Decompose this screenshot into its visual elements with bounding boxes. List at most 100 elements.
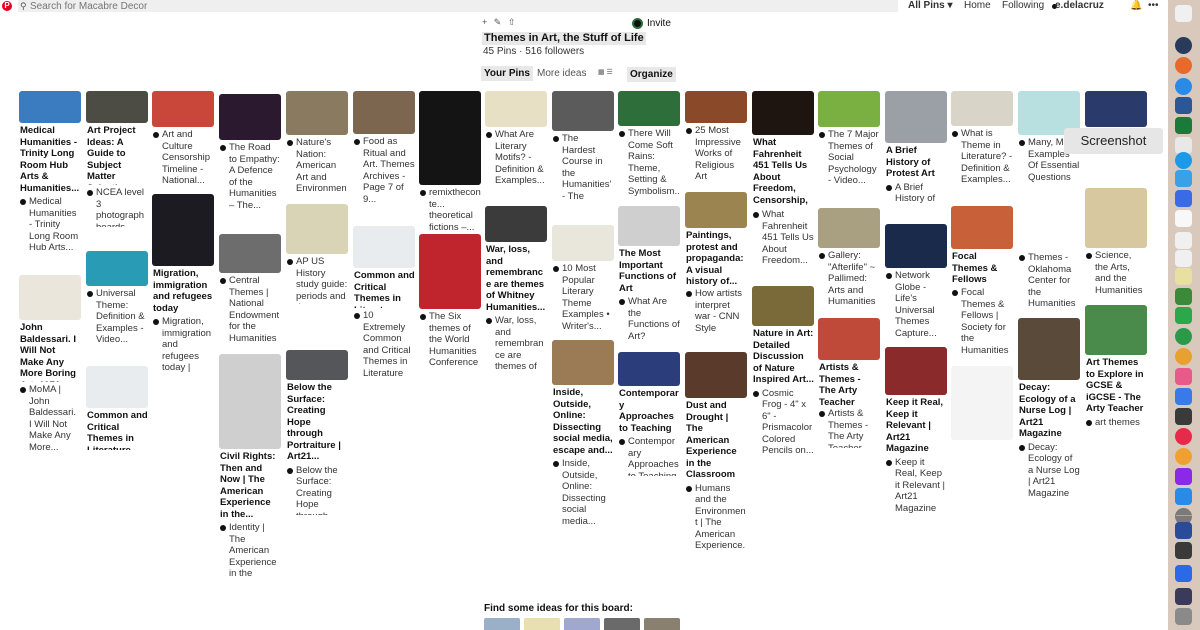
pin-title[interactable]: Civil Rights: Then and Now | The America… bbox=[219, 451, 281, 520]
pin-thumbnail[interactable] bbox=[618, 206, 680, 246]
pin-card[interactable]: Art Project Ideas: A Guide to Subject Ma… bbox=[86, 91, 148, 227]
pin-thumbnail[interactable] bbox=[419, 91, 481, 185]
pin-title[interactable]: Common and Critical Themes in Literature bbox=[353, 270, 415, 308]
pin-card[interactable]: Paintings, protest and propaganda: A vis… bbox=[685, 192, 747, 334]
pinner-avatar[interactable] bbox=[952, 290, 958, 296]
pin-thumbnail[interactable] bbox=[485, 206, 547, 242]
dock-app-icon[interactable] bbox=[1175, 588, 1192, 605]
pin-card[interactable]: Nature's Nation: American Art and Enviro… bbox=[286, 91, 348, 195]
pin-card[interactable]: Decay: Ecology of a Nurse Log | Art21 Ma… bbox=[1018, 318, 1080, 499]
pin-title[interactable]: Nature in Art: Detailed Discussion of Na… bbox=[752, 328, 814, 386]
dock-app-icon[interactable] bbox=[1175, 542, 1192, 559]
pin-thumbnail[interactable] bbox=[885, 347, 947, 395]
pin-thumbnail[interactable] bbox=[818, 91, 880, 127]
pinner-avatar[interactable] bbox=[87, 190, 93, 196]
pinner-avatar[interactable] bbox=[886, 184, 892, 191]
pin-thumbnail[interactable] bbox=[219, 94, 281, 140]
pin-thumbnail[interactable] bbox=[286, 91, 348, 135]
pinner-avatar[interactable] bbox=[553, 266, 559, 272]
pin-card[interactable]: Science, the Arts, and the Humanities bbox=[1085, 188, 1147, 296]
pin-thumbnail[interactable] bbox=[618, 91, 680, 126]
idea-thumbnail[interactable] bbox=[564, 618, 600, 630]
pinner-avatar[interactable] bbox=[753, 212, 759, 218]
pinner-avatar[interactable] bbox=[553, 461, 559, 467]
pin-card[interactable]: Nature in Art: Detailed Discussion of Na… bbox=[752, 286, 814, 457]
pin-title[interactable]: Art Project Ideas: A Guide to Subject Ma… bbox=[86, 125, 148, 185]
podcasts-icon[interactable] bbox=[1175, 468, 1192, 485]
pin-card[interactable]: The Road to Empathy: A Defence of the Hu… bbox=[219, 94, 281, 211]
pinner-avatar[interactable] bbox=[553, 136, 559, 142]
idea-thumbnail[interactable] bbox=[604, 618, 640, 630]
pinner-avatar[interactable] bbox=[220, 278, 226, 284]
pinner-avatar[interactable] bbox=[952, 131, 958, 137]
pinner-avatar[interactable] bbox=[486, 132, 492, 138]
pin-card[interactable]: Art and Culture Censorship Timeline - Na… bbox=[152, 91, 214, 187]
pin-title[interactable]: John Baldessari. I Will Not Make Any Mor… bbox=[19, 322, 81, 382]
pinner-avatar[interactable] bbox=[819, 253, 825, 259]
pinner-avatar[interactable] bbox=[619, 299, 625, 305]
pinner-avatar[interactable] bbox=[686, 128, 692, 134]
pin-title[interactable]: Artists & Themes - The Arty Teacher bbox=[818, 362, 880, 406]
pin-title[interactable]: Paintings, protest and propaganda: A vis… bbox=[685, 230, 747, 286]
pinner-avatar[interactable] bbox=[87, 291, 93, 297]
calendar-icon[interactable] bbox=[1175, 250, 1192, 267]
pin-title[interactable]: Inside, Outside, Online: Dissecting soci… bbox=[552, 387, 614, 456]
dock-app-icon[interactable] bbox=[1175, 522, 1192, 539]
pin-thumbnail[interactable] bbox=[885, 224, 947, 268]
pin-thumbnail[interactable] bbox=[552, 91, 614, 131]
pin-thumbnail[interactable] bbox=[1085, 91, 1147, 127]
pin-card[interactable]: Focal Themes & Fellows Focal Themes & Fel… bbox=[951, 206, 1013, 356]
pin-thumbnail[interactable] bbox=[152, 194, 214, 266]
pin-thumbnail[interactable] bbox=[353, 226, 415, 268]
pin-card[interactable]: Dust and Drought | The American Experien… bbox=[685, 352, 747, 553]
pin-thumbnail[interactable] bbox=[152, 91, 214, 127]
pin-card[interactable]: Inside, Outside, Online: Dissecting soci… bbox=[552, 340, 614, 527]
zoom-icon[interactable] bbox=[1175, 565, 1192, 582]
idea-thumbnail[interactable] bbox=[524, 618, 560, 630]
pin-thumbnail[interactable] bbox=[818, 208, 880, 248]
pin-card[interactable]: Common and Critical Themes in Literature bbox=[86, 366, 148, 450]
skype-icon[interactable] bbox=[1175, 152, 1192, 169]
pin-card[interactable]: Migration, immigration and refugees toda… bbox=[152, 194, 214, 374]
pin-card[interactable]: Keep it Real, Keep it Relevant | Art21 M… bbox=[885, 347, 947, 514]
pinner-avatar[interactable] bbox=[420, 314, 426, 320]
pin-thumbnail[interactable] bbox=[552, 340, 614, 385]
pin-card[interactable]: Civil Rights: Then and Now | The America… bbox=[219, 354, 281, 580]
pin-card[interactable]: Common and Critical Themes in Literature… bbox=[353, 226, 415, 379]
pin-thumbnail[interactable] bbox=[485, 91, 547, 127]
pin-card[interactable] bbox=[951, 366, 1013, 440]
pin-card[interactable]: There Will Come Soft Rains: Theme, Setti… bbox=[618, 91, 680, 196]
pin-card[interactable]: Food as Ritual and Art. Themes Archives … bbox=[353, 91, 415, 205]
excel-icon[interactable] bbox=[1175, 117, 1192, 134]
pinner-avatar[interactable] bbox=[287, 467, 293, 474]
notes-icon[interactable] bbox=[1175, 268, 1192, 285]
pin-card[interactable]: Art Themes to Explore in GCSE & iGCSE - … bbox=[1085, 305, 1147, 428]
pinner-avatar[interactable] bbox=[20, 199, 26, 205]
pin-thumbnail[interactable] bbox=[19, 91, 81, 123]
pin-card[interactable]: Central Themes | National Endowment for … bbox=[219, 234, 281, 344]
pin-card[interactable]: The Hardest Course in the Humanities' - … bbox=[552, 91, 614, 201]
pin-thumbnail[interactable] bbox=[86, 251, 148, 286]
idea-thumbnail[interactable] bbox=[644, 618, 680, 630]
pin-thumbnail[interactable] bbox=[353, 91, 415, 134]
pin-title[interactable]: Contemporary Approaches to Teaching — Ar… bbox=[618, 388, 680, 434]
pin-thumbnail[interactable] bbox=[685, 352, 747, 398]
pin-card[interactable]: Artists & Themes - The Arty Teacher Artis… bbox=[818, 318, 880, 448]
pinner-avatar[interactable] bbox=[486, 318, 492, 324]
pinner-avatar[interactable] bbox=[686, 291, 692, 297]
pin-card[interactable]: Universal Theme: Definition & Examples -… bbox=[86, 251, 148, 346]
pin-title[interactable]: Dust and Drought | The American Experien… bbox=[685, 400, 747, 481]
pinner-avatar[interactable] bbox=[354, 313, 360, 319]
pinner-avatar[interactable] bbox=[819, 132, 825, 138]
pin-card[interactable]: The Six themes of the World Humanities C… bbox=[419, 234, 481, 369]
dock-app-icon[interactable] bbox=[1175, 170, 1192, 187]
pin-thumbnail[interactable] bbox=[1018, 318, 1080, 380]
pinner-avatar[interactable] bbox=[1086, 419, 1092, 426]
pin-title[interactable]: The Most Important Functions of Art bbox=[618, 248, 680, 294]
pin-card[interactable]: The 7 Major Themes of Social Psychology … bbox=[818, 91, 880, 187]
pin-thumbnail[interactable] bbox=[685, 91, 747, 123]
dock-app-icon[interactable] bbox=[1175, 210, 1192, 227]
pin-thumbnail[interactable] bbox=[685, 192, 747, 228]
dock-app-icon[interactable] bbox=[1175, 288, 1192, 305]
pin-thumbnail[interactable] bbox=[219, 234, 281, 273]
